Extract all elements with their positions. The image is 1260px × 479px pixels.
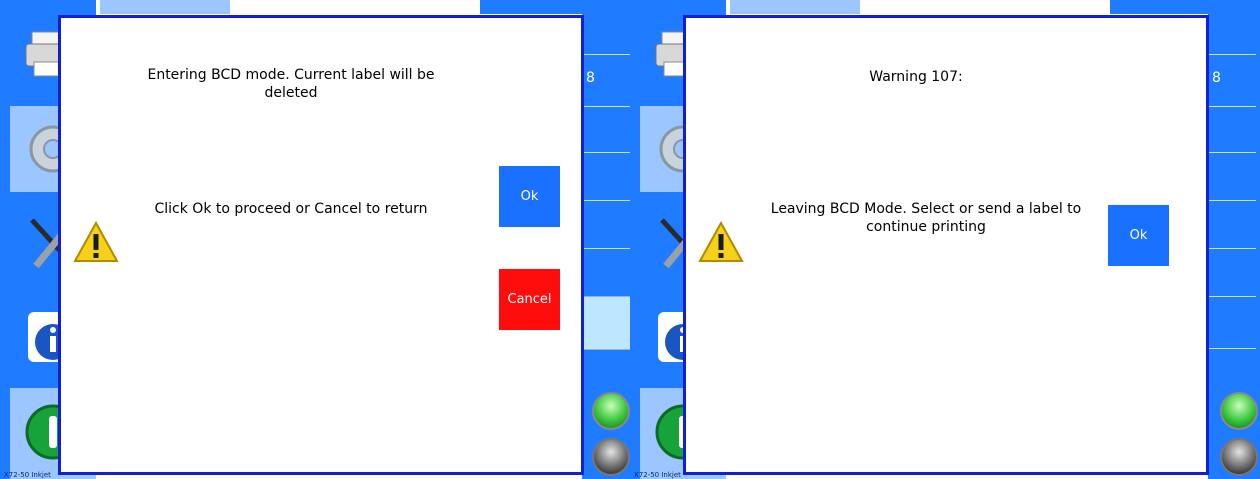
status-value: 8 (1212, 70, 1221, 86)
left-screen: X72-50 Inkjet 8 Entering BCD mode. Curre… (0, 0, 630, 479)
dialog-message: Leaving BCD Mode. Select or send a label… (770, 201, 1082, 235)
device-model-label: X72-50 Inkjet (4, 471, 51, 479)
status-value: 8 (586, 70, 595, 86)
right-screen: X72-50 Inkjet 8 Warning 107: Leaving BCD… (630, 0, 1260, 479)
warning-title: Warning 107: (869, 69, 963, 85)
grey-status-light (1220, 438, 1258, 476)
dialog-message: Entering BCD mode. Current label will be… (147, 67, 435, 101)
top-tab[interactable] (730, 0, 860, 14)
green-status-light (1220, 392, 1258, 430)
ok-button[interactable]: Ok (499, 166, 560, 227)
top-tab[interactable] (480, 0, 586, 14)
warning-dialog: Warning 107: Leaving BCD Mode. Select or… (683, 15, 1209, 475)
warning-icon (73, 221, 119, 262)
grey-status-light (592, 438, 630, 476)
status-field (582, 296, 630, 350)
device-model-label: X72-50 Inkjet (634, 471, 681, 479)
dialog-instruction: Click Ok to proceed or Cancel to return (154, 201, 428, 217)
status-strip: 8 (1208, 0, 1260, 479)
green-status-light (592, 392, 630, 430)
status-strip: 8 (582, 0, 630, 479)
top-tab[interactable] (1110, 0, 1216, 14)
bcd-mode-dialog: Entering BCD mode. Current label will be… (58, 15, 584, 475)
top-tab[interactable] (100, 0, 230, 14)
ok-button[interactable]: Ok (1108, 205, 1169, 266)
warning-icon (698, 221, 744, 262)
cancel-button[interactable]: Cancel (499, 269, 560, 330)
